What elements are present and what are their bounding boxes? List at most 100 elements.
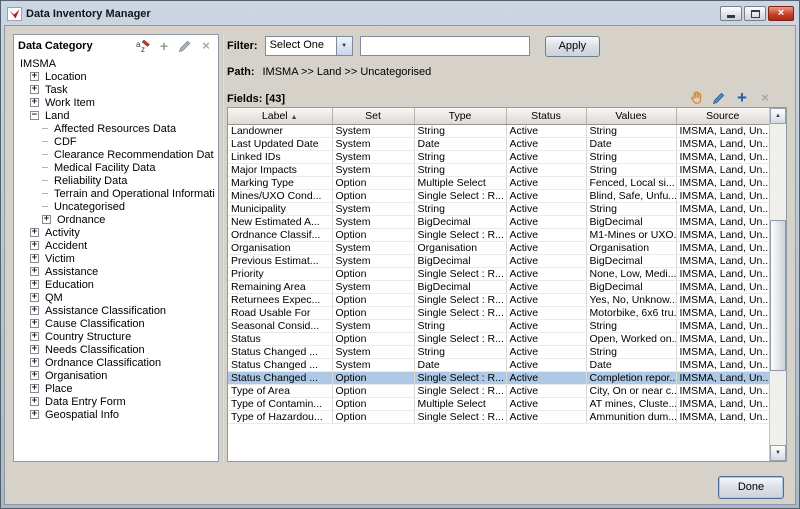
table-cell[interactable]: Status Changed ... [228, 371, 332, 384]
add-field-icon[interactable]: + [734, 90, 750, 105]
table-cell[interactable]: Remaining Area [228, 280, 332, 293]
table-row[interactable]: Linked IDsSystemStringActiveStringIMSMA,… [228, 150, 769, 163]
table-cell[interactable]: New Estimated A... [228, 215, 332, 228]
tree-item-label[interactable]: Education [43, 279, 96, 291]
table-cell[interactable]: Option [332, 267, 414, 280]
expand-icon[interactable]: + [30, 306, 39, 315]
table-cell[interactable]: Active [506, 293, 586, 306]
table-cell[interactable]: BigDecimal [414, 254, 506, 267]
tree-item-label[interactable]: Affected Resources Data [52, 123, 178, 135]
tree-item-label[interactable]: Ordnance Classification [43, 357, 163, 369]
table-cell[interactable]: String [586, 202, 676, 215]
tree-item[interactable]: +Assistance [17, 265, 218, 278]
table-cell[interactable]: Single Select : R... [414, 228, 506, 241]
table-cell[interactable]: Option [332, 189, 414, 202]
table-cell[interactable]: String [414, 124, 506, 137]
table-cell[interactable]: Option [332, 228, 414, 241]
table-row[interactable]: Returnees Expec...OptionSingle Select : … [228, 293, 769, 306]
table-cell[interactable]: IMSMA, Land, Un... [676, 306, 769, 319]
table-row[interactable]: MunicipalitySystemStringActiveStringIMSM… [228, 202, 769, 215]
expand-icon[interactable]: + [30, 241, 39, 250]
table-cell[interactable]: BigDecimal [586, 280, 676, 293]
table-cell[interactable]: Landowner [228, 124, 332, 137]
table-cell[interactable]: Ammunition dum... [586, 410, 676, 423]
tree-item[interactable]: +Ordnance [17, 213, 218, 226]
tree-item[interactable]: +Country Structure [17, 330, 218, 343]
table-cell[interactable]: Active [506, 124, 586, 137]
apply-button[interactable]: Apply [545, 36, 601, 57]
table-cell[interactable]: String [414, 202, 506, 215]
scroll-up-icon[interactable]: ▲ [770, 108, 786, 124]
table-cell[interactable]: Type of Contamin... [228, 397, 332, 410]
table-row[interactable]: OrganisationSystemOrganisationActiveOrga… [228, 241, 769, 254]
table-cell[interactable]: Yes, No, Unknow... [586, 293, 676, 306]
scroll-down-icon[interactable]: ▼ [770, 445, 786, 461]
tree-item-label[interactable]: Activity [43, 227, 82, 239]
table-cell[interactable]: Active [506, 254, 586, 267]
table-row[interactable]: Type of AreaOptionSingle Select : R...Ac… [228, 384, 769, 397]
table-row[interactable]: LandownerSystemStringActiveStringIMSMA, … [228, 124, 769, 137]
tree-item[interactable]: +QM [17, 291, 218, 304]
tree-item-label[interactable]: CDF [52, 136, 79, 148]
scrollbar-track[interactable] [770, 124, 786, 445]
table-cell[interactable]: Single Select : R... [414, 293, 506, 306]
table-cell[interactable]: Active [506, 163, 586, 176]
tree-item[interactable]: Clearance Recommendation Dat [17, 148, 218, 161]
tree-item[interactable]: +Assistance Classification [17, 304, 218, 317]
table-cell[interactable]: String [586, 345, 676, 358]
table-cell[interactable]: BigDecimal [586, 254, 676, 267]
tree-item-label[interactable]: Medical Facility Data [52, 162, 157, 174]
table-cell[interactable]: System [332, 163, 414, 176]
table-cell[interactable]: System [332, 241, 414, 254]
table-cell[interactable]: Type of Hazardou... [228, 410, 332, 423]
table-cell[interactable]: System [332, 124, 414, 137]
tree-item[interactable]: CDF [17, 135, 218, 148]
table-cell[interactable]: Active [506, 215, 586, 228]
tree-item-label[interactable]: Place [43, 383, 75, 395]
minimize-button[interactable] [720, 6, 742, 21]
table-cell[interactable]: Priority [228, 267, 332, 280]
table-cell[interactable]: Active [506, 306, 586, 319]
table-cell[interactable]: String [414, 150, 506, 163]
table-cell[interactable]: Organisation [414, 241, 506, 254]
table-cell[interactable]: System [332, 137, 414, 150]
table-row[interactable]: Last Updated DateSystemDateActiveDateIMS… [228, 137, 769, 150]
table-cell[interactable]: String [586, 150, 676, 163]
table-cell[interactable]: Single Select : R... [414, 306, 506, 319]
tree-item-label[interactable]: Task [43, 84, 70, 96]
table-cell[interactable]: IMSMA, Land, Un... [676, 124, 769, 137]
table-cell[interactable]: AT mines, Cluste... [586, 397, 676, 410]
table-cell[interactable]: System [332, 202, 414, 215]
table-row[interactable]: Type of Contamin...OptionMultiple Select… [228, 397, 769, 410]
expand-icon[interactable]: + [30, 267, 39, 276]
tree-item-label[interactable]: Clearance Recommendation Dat [52, 149, 216, 161]
tree-item-label[interactable]: Location [43, 71, 89, 83]
table-cell[interactable]: IMSMA, Land, Un... [676, 254, 769, 267]
table-row[interactable]: Seasonal Consid...SystemStringActiveStri… [228, 319, 769, 332]
table-cell[interactable]: Marking Type [228, 176, 332, 189]
table-row[interactable]: Previous Estimat...SystemBigDecimalActiv… [228, 254, 769, 267]
table-cell[interactable]: Active [506, 397, 586, 410]
table-cell[interactable]: BigDecimal [586, 215, 676, 228]
table-row[interactable]: Status Changed ...SystemDateActiveDateIM… [228, 358, 769, 371]
tree-item[interactable]: +Geospatial Info [17, 408, 218, 421]
table-cell[interactable]: Date [414, 358, 506, 371]
tree-item[interactable]: +Task [17, 83, 218, 96]
table-cell[interactable]: BigDecimal [414, 215, 506, 228]
delete-field-icon[interactable]: × [757, 90, 773, 105]
table-cell[interactable]: Date [586, 137, 676, 150]
table-cell[interactable]: Active [506, 228, 586, 241]
table-cell[interactable]: Active [506, 202, 586, 215]
table-cell[interactable]: IMSMA, Land, Un... [676, 384, 769, 397]
table-cell[interactable]: Status Changed ... [228, 345, 332, 358]
tree-item[interactable]: Reliability Data [17, 174, 218, 187]
table-cell[interactable]: IMSMA, Land, Un... [676, 410, 769, 423]
reorder-hand-icon[interactable] [688, 90, 704, 105]
table-cell[interactable]: String [414, 163, 506, 176]
table-cell[interactable]: Date [586, 358, 676, 371]
tree-item[interactable]: +Work Item [17, 96, 218, 109]
tree-item[interactable]: Terrain and Operational Informati [17, 187, 218, 200]
column-header-label[interactable]: Label▲ [228, 108, 332, 124]
table-cell[interactable]: System [332, 345, 414, 358]
expand-icon[interactable]: + [42, 215, 51, 224]
